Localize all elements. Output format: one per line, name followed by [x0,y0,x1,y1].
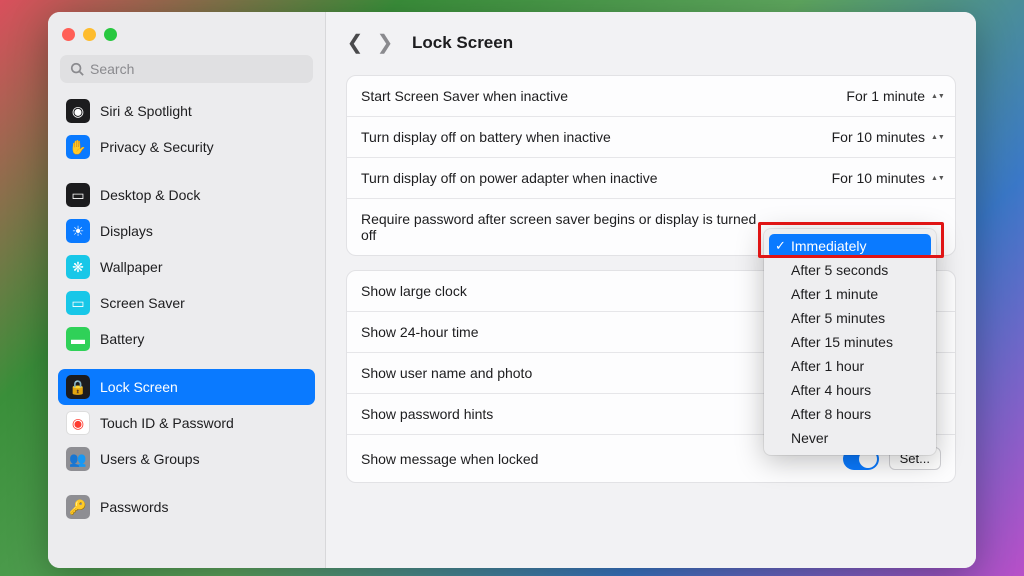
sidebar-icon: ❋ [66,255,90,279]
sidebar-item-passwords[interactable]: 🔑 Passwords [58,489,315,525]
dropdown-item[interactable]: After 8 hours [769,402,931,426]
dropdown-item[interactable]: Immediately [769,234,931,258]
dropdown-item[interactable]: Never [769,426,931,450]
row-screensaver-inactive: Start Screen Saver when inactive For 1 m… [347,76,955,117]
sidebar-icon: ◉ [66,99,90,123]
maximize-window-button[interactable] [104,28,117,41]
sidebar-icon: ◉ [66,411,90,435]
dropdown-item[interactable]: After 5 minutes [769,306,931,330]
stepper-icon: ▲▼ [931,94,941,99]
sidebar-icon: ☀ [66,219,90,243]
row-value-select[interactable]: For 10 minutes ▲▼ [832,129,941,145]
sidebar-item-siri-spotlight[interactable]: ◉ Siri & Spotlight [58,93,315,129]
system-settings-window: Search ◉ Siri & Spotlight ✋ Privacy & Secur… [48,12,976,568]
sidebar-item-wallpaper[interactable]: ❋ Wallpaper [58,249,315,285]
sidebar-item-users-groups[interactable]: 👥 Users & Groups [58,441,315,477]
search-input[interactable]: Search [60,55,313,83]
row-label: Turn display off on battery when inactiv… [361,129,611,145]
sidebar-icon: ▭ [66,183,90,207]
row-value-select[interactable]: For 1 minute ▲▼ [846,88,941,104]
stepper-icon: ▲▼ [931,135,941,140]
header-bar: ❮ ❯ Lock Screen [326,12,976,67]
row-label: Show user name and photo [361,365,532,381]
sidebar-item-label: Displays [100,223,153,239]
sidebar-icon: ✋ [66,135,90,159]
dropdown-item[interactable]: After 4 hours [769,378,931,402]
sidebar-item-label: Touch ID & Password [100,415,234,431]
sidebar-item-label: Desktop & Dock [100,187,200,203]
sidebar-icon: ▬ [66,327,90,351]
search-placeholder: Search [90,61,134,77]
row-label: Require password after screen saver begi… [361,211,771,243]
minimize-window-button[interactable] [83,28,96,41]
nav-forward-button[interactable]: ❯ [376,30,394,55]
row-display-off-battery: Turn display off on battery when inactiv… [347,117,955,158]
close-window-button[interactable] [62,28,75,41]
sidebar-icon: 🔒 [66,375,90,399]
row-value-select[interactable]: For 10 minutes ▲▼ [832,170,941,186]
stepper-icon: ▲▼ [931,176,941,181]
sidebar-icon: 🔑 [66,495,90,519]
sidebar-icon: 👥 [66,447,90,471]
row-display-off-power: Turn display off on power adapter when i… [347,158,955,199]
row-label: Show 24-hour time [361,324,479,340]
window-controls [48,22,325,55]
row-label: Show message when locked [361,451,538,467]
sidebar-item-desktop-dock[interactable]: ▭ Desktop & Dock [58,177,315,213]
sidebar-item-privacy-security[interactable]: ✋ Privacy & Security [58,129,315,165]
row-label: Turn display off on power adapter when i… [361,170,658,186]
sidebar-list: ◉ Siri & Spotlight ✋ Privacy & Security ▭ Des… [48,93,325,568]
sidebar-item-label: Privacy & Security [100,139,214,155]
require-password-dropdown[interactable]: ImmediatelyAfter 5 secondsAfter 1 minute… [764,229,936,455]
row-label: Show large clock [361,283,467,299]
nav-back-button[interactable]: ❮ [346,30,364,55]
sidebar-item-label: Users & Groups [100,451,200,467]
sidebar-item-lock-screen[interactable]: 🔒 Lock Screen [58,369,315,405]
sidebar-item-label: Wallpaper [100,259,163,275]
sidebar: Search ◉ Siri & Spotlight ✋ Privacy & Secur… [48,12,326,568]
sidebar-icon: ▭ [66,291,90,315]
dropdown-item[interactable]: After 15 minutes [769,330,931,354]
page-title: Lock Screen [412,33,513,53]
sidebar-item-battery[interactable]: ▬ Battery [58,321,315,357]
search-icon [70,62,84,76]
row-label: Show password hints [361,406,493,422]
sidebar-item-displays[interactable]: ☀ Displays [58,213,315,249]
sidebar-item-label: Lock Screen [100,379,178,395]
row-label: Start Screen Saver when inactive [361,88,568,104]
sidebar-item-screen-saver[interactable]: ▭ Screen Saver [58,285,315,321]
sidebar-item-label: Siri & Spotlight [100,103,192,119]
dropdown-item[interactable]: After 1 minute [769,282,931,306]
sidebar-item-label: Passwords [100,499,168,515]
sidebar-item-label: Screen Saver [100,295,185,311]
dropdown-item[interactable]: After 5 seconds [769,258,931,282]
sidebar-item-touch-id-password[interactable]: ◉ Touch ID & Password [58,405,315,441]
sidebar-item-label: Battery [100,331,144,347]
dropdown-item[interactable]: After 1 hour [769,354,931,378]
